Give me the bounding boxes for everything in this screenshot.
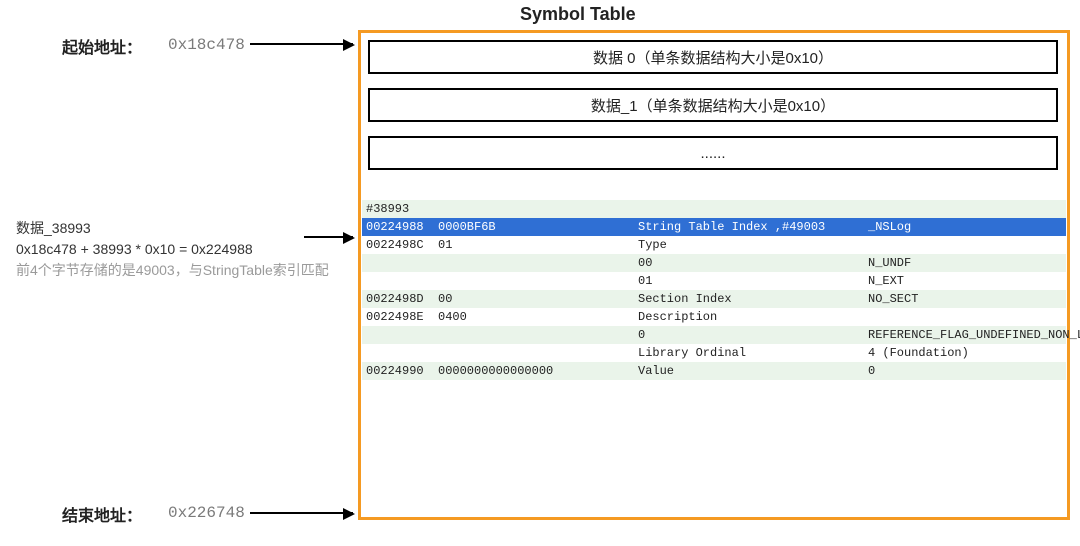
hex-cell: N_UNDF bbox=[868, 256, 1066, 270]
hex-cell bbox=[438, 328, 638, 342]
end-address-value: 0x226748 bbox=[168, 504, 245, 522]
hex-row: 002249880000BF6BString Table Index ,#490… bbox=[362, 218, 1066, 236]
hex-cell bbox=[438, 256, 638, 270]
hex-cell: 0400 bbox=[438, 310, 638, 324]
hex-cell: N_EXT bbox=[868, 274, 1066, 288]
start-address-label: 起始地址： bbox=[62, 34, 142, 58]
hex-cell: REFERENCE_FLAG_UNDEFINED_NON_LAZY bbox=[868, 328, 1066, 342]
hex-cell: Type bbox=[638, 238, 868, 252]
hex-row: 0022498C01Type bbox=[362, 236, 1066, 254]
entry-row-ellipsis: ...... bbox=[368, 136, 1058, 170]
hex-cell: 00 bbox=[638, 256, 868, 270]
hex-row: 00N_UNDF bbox=[362, 254, 1066, 272]
hex-row: 01N_EXT bbox=[362, 272, 1066, 290]
hex-cell: Section Index bbox=[638, 292, 868, 306]
hex-cell: 00 bbox=[438, 292, 638, 306]
hex-cell: 4 (Foundation) bbox=[868, 346, 1066, 360]
hex-cell: _NSLog bbox=[868, 220, 1066, 234]
hex-cell: Library Ordinal bbox=[638, 346, 868, 360]
hex-row: 0022498E0400Description bbox=[362, 308, 1066, 326]
hex-cell: 0022498D bbox=[362, 292, 438, 306]
hex-cell: NO_SECT bbox=[868, 292, 1066, 306]
entry-row-1: 数据_1（单条数据结构大小是0x10） bbox=[368, 88, 1058, 122]
note-line-2: 0x18c478 + 38993 * 0x10 = 0x224988 bbox=[16, 241, 253, 257]
hex-row: 0022498D00Section IndexNO_SECT bbox=[362, 290, 1066, 308]
computation-note: 数据_38993 0x18c478 + 38993 * 0x10 = 0x224… bbox=[16, 218, 329, 281]
note-line-1: 数据_38993 bbox=[16, 220, 91, 236]
hex-row: 0REFERENCE_FLAG_UNDEFINED_NON_LAZY bbox=[362, 326, 1066, 344]
hex-cell bbox=[868, 310, 1066, 324]
diagram-title: Symbol Table bbox=[520, 4, 636, 25]
hex-row: Library Ordinal4 (Foundation) bbox=[362, 344, 1066, 362]
hex-cell: 00224988 bbox=[362, 220, 438, 234]
hex-row: 002249900000000000000000Value0 bbox=[362, 362, 1066, 380]
hex-cell: 0000000000000000 bbox=[438, 364, 638, 378]
hex-cell: Description bbox=[638, 310, 868, 324]
hex-cell bbox=[362, 274, 438, 288]
hex-cell bbox=[868, 238, 1066, 252]
end-address-label: 结束地址： bbox=[62, 502, 142, 526]
hex-cell: String Table Index ,#49003 bbox=[638, 220, 868, 234]
start-address-value: 0x18c478 bbox=[168, 36, 245, 54]
hex-cell: 0022498C bbox=[362, 238, 438, 252]
hex-cell bbox=[362, 346, 438, 360]
arrow-icon bbox=[250, 512, 353, 514]
hex-dump-table: #38993 002249880000BF6BString Table Inde… bbox=[362, 200, 1066, 380]
note-line-3: 前4个字节存储的是49003，与StringTable索引匹配 bbox=[16, 260, 329, 281]
hex-cell bbox=[362, 256, 438, 270]
hex-cell: 00224990 bbox=[362, 364, 438, 378]
hex-cell: 0 bbox=[868, 364, 1066, 378]
hex-cell: Value bbox=[638, 364, 868, 378]
hex-comment: #38993 bbox=[362, 202, 438, 216]
arrow-icon bbox=[304, 236, 353, 238]
hex-cell: 01 bbox=[438, 238, 638, 252]
hex-cell: 0022498E bbox=[362, 310, 438, 324]
hex-cell bbox=[362, 328, 438, 342]
hex-cell: 0000BF6B bbox=[438, 220, 638, 234]
hex-cell: 0 bbox=[638, 328, 868, 342]
hex-comment-row: #38993 bbox=[362, 200, 1066, 218]
hex-cell bbox=[438, 274, 638, 288]
arrow-icon bbox=[250, 43, 353, 45]
hex-cell bbox=[438, 346, 638, 360]
entry-row-0: 数据 0（单条数据结构大小是0x10） bbox=[368, 40, 1058, 74]
hex-cell: 01 bbox=[638, 274, 868, 288]
